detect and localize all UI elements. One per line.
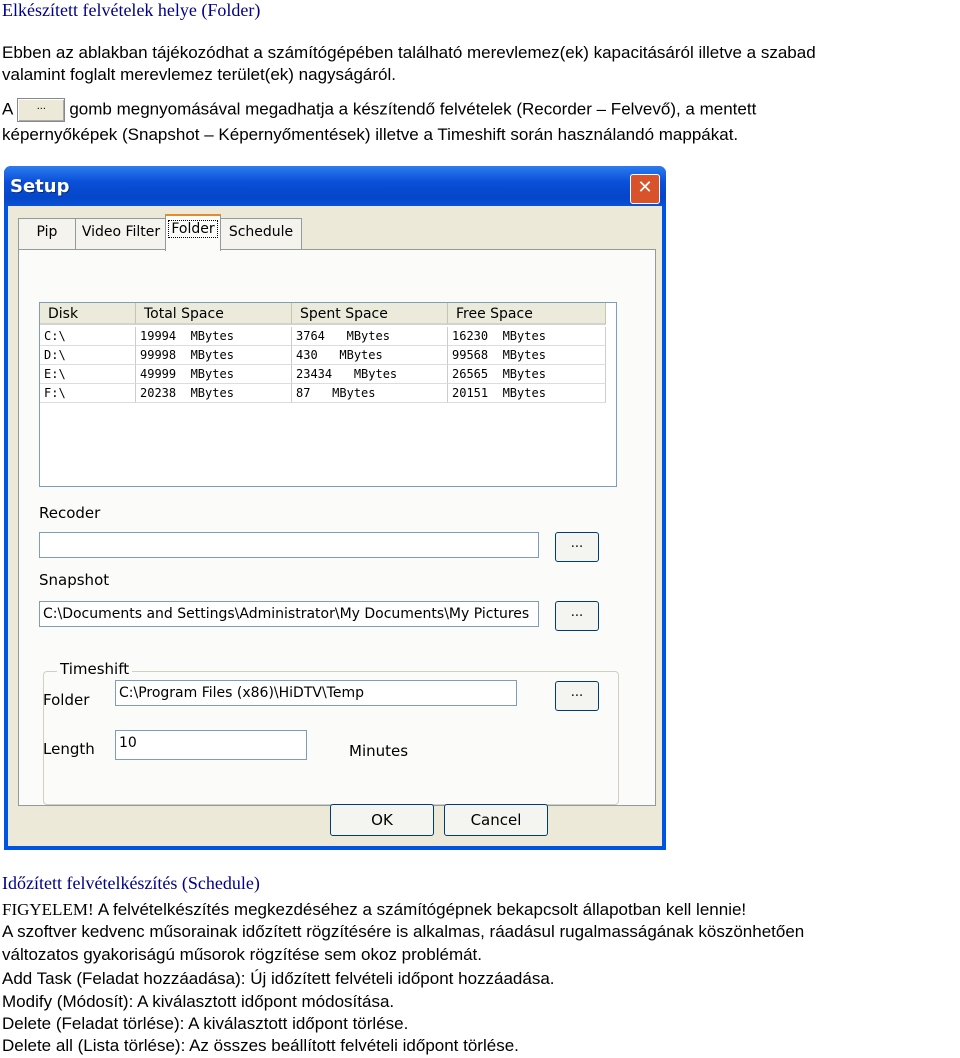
cell-value: 99568 (452, 348, 489, 362)
cell-unit: MBytes (346, 329, 390, 343)
cell-value: 99998 (140, 348, 177, 362)
tab-folder[interactable]: Folder (165, 214, 221, 251)
timeshift-folder-field[interactable]: C:\Program Files (x86)\HiDTV\Temp (115, 680, 517, 706)
title-bar[interactable]: Setup ✕ (4, 166, 666, 206)
timeshift-browse-button[interactable]: ... (555, 681, 599, 711)
timeshift-length-label: Length (43, 740, 95, 758)
cancel-button[interactable]: Cancel (444, 804, 548, 836)
table-row[interactable]: C:\ 19994 MBytes 3764 MBytes 16230 MByte… (40, 327, 606, 346)
cell-value: 20151 (452, 386, 489, 400)
recorder-label: Recoder (39, 504, 101, 522)
cell-total: 20238 MBytes (136, 384, 292, 403)
schedule-line-2: A szoftver kedvenc műsorainak időzített … (2, 922, 805, 941)
cell-unit: MBytes (502, 348, 546, 362)
tab-schedule[interactable]: Schedule (220, 218, 302, 249)
cell-disk: E:\ (40, 365, 136, 384)
timeshift-length-field[interactable]: 10 (115, 730, 307, 760)
cell-disk: C:\ (40, 327, 136, 346)
timeshift-group-title: Timeshift (57, 660, 133, 678)
cell-total: 49999 MBytes (136, 365, 292, 384)
cell-unit: MBytes (353, 367, 398, 381)
cell-unit: MBytes (502, 367, 546, 381)
column-header-spent-space[interactable]: Spent Space (292, 303, 448, 325)
cell-spent: 430 MBytes (292, 346, 448, 365)
column-header-total-space[interactable]: Total Space (136, 303, 292, 325)
cell-unit: MBytes (190, 348, 234, 362)
cell-spent: 23434 MBytes (292, 365, 448, 384)
cell-total: 99998 MBytes (136, 346, 292, 365)
cell-value: 87 (296, 386, 311, 400)
recorder-path-field[interactable] (39, 532, 539, 558)
table-row[interactable]: D:\ 99998 MBytes 430 MBytes 99568 MBytes (40, 346, 606, 365)
schedule-line-4: Add Task (Feladat hozzáadása): Új időzít… (2, 969, 555, 988)
schedule-line-6: Delete (Feladat törlése): A kiválasztott… (2, 1014, 409, 1033)
warning-text: A felvételkészítés megkezdéséhez a számí… (97, 900, 747, 919)
schedule-line-7: Delete all (Lista törlése): Az összes be… (2, 1036, 519, 1055)
cell-disk: F:\ (40, 384, 136, 403)
cell-disk: D:\ (40, 346, 136, 365)
window-title: Setup (10, 176, 70, 197)
intro-line-1: Ebben az ablakban tájékozódhat a számító… (2, 43, 816, 62)
minutes-label: Minutes (349, 742, 409, 760)
cell-value: 19994 (140, 329, 177, 343)
snapshot-label: Snapshot (39, 571, 110, 589)
cell-unit: MBytes (190, 386, 234, 400)
setup-window: Setup ✕ Pip Video Filter Schedule Disk T… (4, 166, 666, 850)
cell-free: 26565 MBytes (448, 365, 606, 384)
cell-spent: 3764 MBytes (292, 327, 448, 346)
cell-total: 19994 MBytes (136, 327, 292, 346)
cell-value: 3764 (296, 329, 325, 343)
para2-prefix: A (2, 99, 14, 119)
cell-unit: MBytes (332, 386, 376, 400)
cell-free: 99568 MBytes (448, 346, 606, 365)
cell-free: 20151 MBytes (448, 384, 606, 403)
schedule-line-5: Modify (Módosít): A kiválasztott időpont… (2, 992, 395, 1011)
column-header-free-space[interactable]: Free Space (448, 303, 606, 325)
recorder-browse-button[interactable]: ... (555, 532, 599, 562)
cell-unit: MBytes (502, 386, 546, 400)
cell-value: 430 (296, 348, 318, 362)
snapshot-browse-button[interactable]: ... (555, 601, 599, 631)
cell-value: 49999 (140, 367, 177, 381)
cell-value: 20238 (140, 386, 177, 400)
ok-button[interactable]: OK (330, 804, 434, 836)
cell-unit: MBytes (502, 329, 546, 343)
cell-unit: MBytes (190, 329, 234, 343)
cell-value: 26565 (452, 367, 489, 381)
table-row[interactable]: F:\ 20238 MBytes 87 MBytes 20151 MBytes (40, 384, 606, 403)
cell-free: 16230 MBytes (448, 327, 606, 346)
tab-pip[interactable]: Pip (18, 218, 76, 249)
tab-panel-folder: Disk Total Space Spent Space Free Space … (18, 249, 656, 806)
tab-video-filter[interactable]: Video Filter (75, 218, 167, 249)
para2-text: gomb megnyomásával megadhatja a készíten… (69, 99, 757, 119)
para2-line-2: képernyőképek (Snapshot – Képernyőmentés… (2, 125, 739, 144)
warning-line: FIGYELEM! A felvételkészítés megkezdéséh… (2, 900, 746, 920)
para2-line-1: A... gomb megnyomásával megadhatja a kész… (2, 98, 756, 122)
schedule-line-3: változatos gyakoriságú műsorok rögzítése… (2, 945, 483, 964)
cell-spent: 87 MBytes (292, 384, 448, 403)
column-header-disk[interactable]: Disk (40, 303, 136, 325)
window-client: Pip Video Filter Schedule Disk Total Spa… (8, 206, 662, 846)
timeshift-folder-label: Folder (43, 691, 90, 709)
disk-list[interactable]: Disk Total Space Spent Space Free Space … (39, 302, 617, 487)
cell-unit: MBytes (339, 348, 383, 362)
cell-value: 23434 (296, 367, 333, 381)
snapshot-path-field[interactable]: C:\Documents and Settings\Administrator\… (39, 601, 539, 627)
intro-line-2: valamint foglalt merevlemez terület(ek) … (2, 65, 397, 84)
doc-title: Elkészített felvételek helye (Folder) (2, 0, 261, 20)
close-button[interactable]: ✕ (630, 174, 660, 204)
inline-browse-button: ... (17, 98, 66, 122)
cell-value: 16230 (452, 329, 489, 343)
tab-folder-label: Folder (168, 220, 218, 238)
schedule-section-title: Időzített felvételkészítés (Schedule) (2, 873, 260, 893)
table-row[interactable]: E:\ 49999 MBytes 23434 MBytes 26565 MByt… (40, 365, 606, 384)
warning-prefix: FIGYELEM! (2, 900, 94, 919)
cell-unit: MBytes (190, 367, 234, 381)
